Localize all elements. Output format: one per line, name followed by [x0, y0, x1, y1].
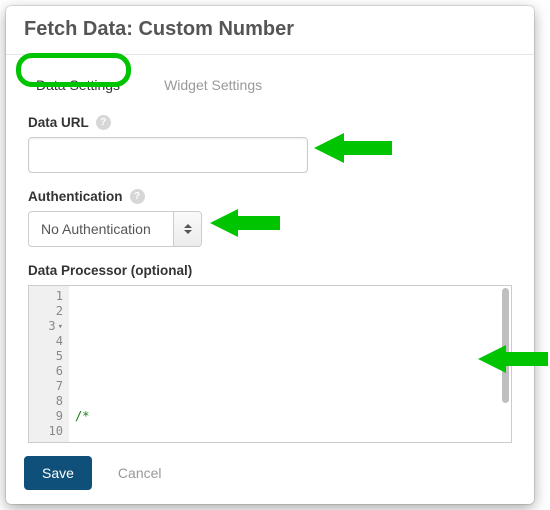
tab-data-settings[interactable]: Data Settings — [28, 73, 128, 97]
auth-select-value: No Authentication — [29, 212, 173, 246]
help-icon[interactable]: ? — [96, 115, 111, 130]
data-url-label: Data URL ? — [28, 115, 512, 130]
editor-code[interactable]: /* The response from the Data URL has be… — [69, 286, 501, 442]
help-icon[interactable]: ? — [130, 189, 145, 204]
chevron-updown-icon — [173, 212, 201, 246]
auth-label-text: Authentication — [28, 189, 123, 204]
data-url-label-text: Data URL — [28, 115, 89, 130]
save-button[interactable]: Save — [24, 456, 92, 490]
code-editor[interactable]: 1 2 3▾ 4 5 6 7 8 9 10 /* The response fr… — [28, 285, 512, 443]
cancel-button[interactable]: Cancel — [118, 465, 162, 481]
modal-footer: Save Cancel — [6, 444, 534, 504]
auth-select[interactable]: No Authentication — [28, 211, 202, 247]
tab-bar: Data Settings Widget Settings — [6, 55, 534, 107]
tab-widget-settings[interactable]: Widget Settings — [156, 73, 270, 97]
code-line: /* — [75, 409, 497, 424]
processor-label: Data Processor (optional) — [28, 263, 512, 278]
content: Data URL ? Authentication ? No Authentic… — [6, 107, 534, 444]
processor-label-text: Data Processor (optional) — [28, 263, 192, 278]
code-line — [75, 364, 497, 379]
modal: Fetch Data: Custom Number Data Settings … — [6, 6, 534, 504]
code-line — [75, 319, 497, 334]
page-title: Fetch Data: Custom Number — [24, 18, 516, 41]
auth-label: Authentication ? — [28, 189, 512, 204]
scrollbar[interactable] — [502, 288, 509, 403]
data-url-input[interactable] — [28, 137, 308, 173]
editor-gutter: 1 2 3▾ 4 5 6 7 8 9 10 — [29, 286, 69, 442]
modal-header: Fetch Data: Custom Number — [6, 6, 534, 46]
